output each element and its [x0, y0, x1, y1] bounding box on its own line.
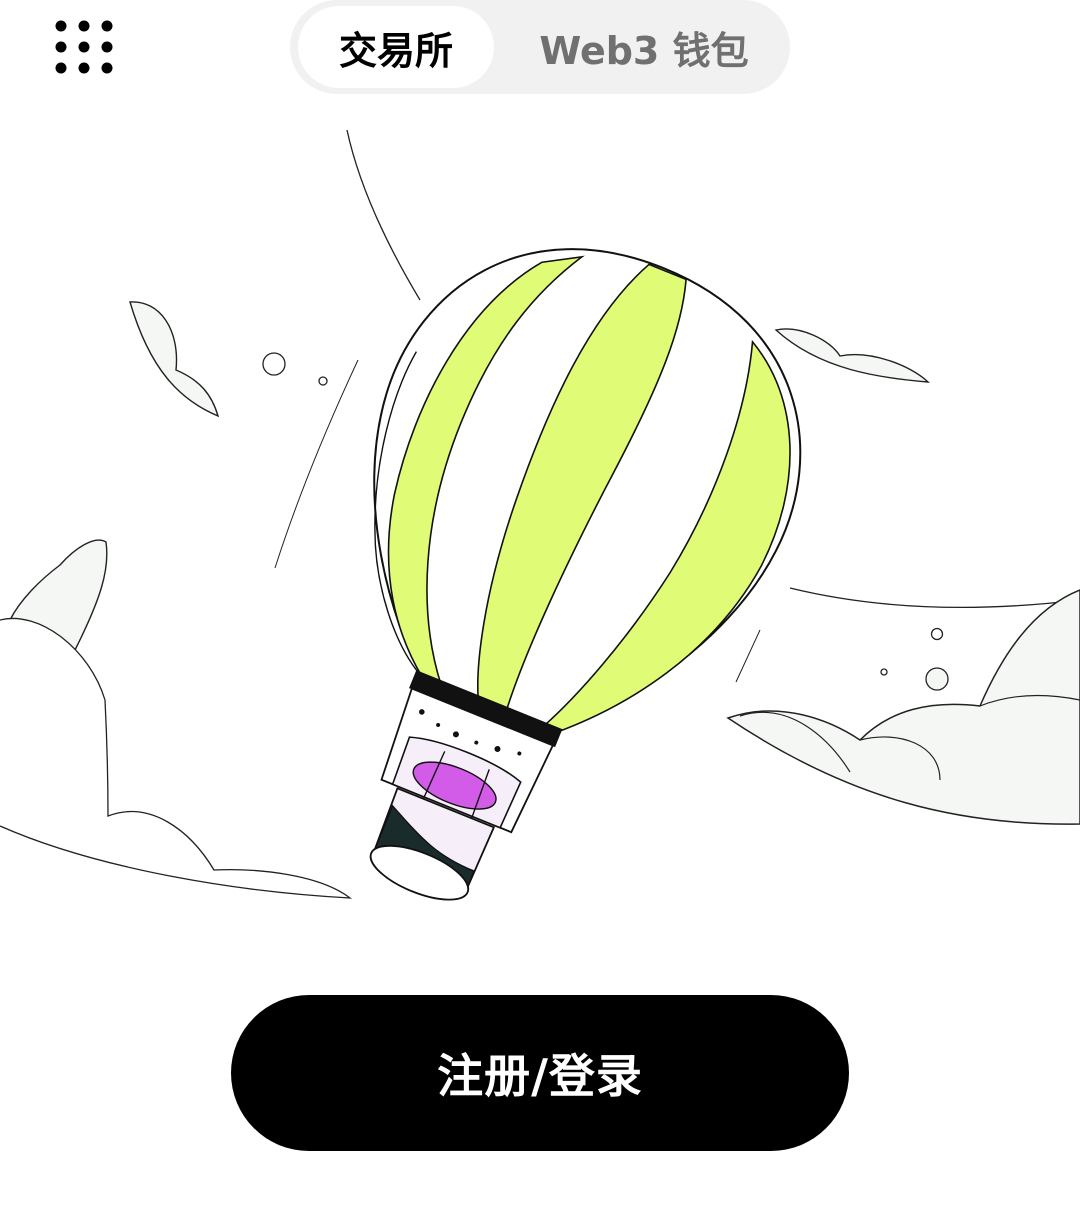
- app-screen: 交易所 Web3 钱包 注册/登录: [0, 0, 1080, 1232]
- hot-air-balloon-illustration: [0, 120, 1080, 920]
- grid-dots-icon[interactable]: [54, 18, 114, 78]
- tab-exchange[interactable]: 交易所: [298, 6, 494, 88]
- mode-switch: 交易所 Web3 钱包: [290, 0, 790, 94]
- tab-web3-wallet[interactable]: Web3 钱包: [506, 6, 782, 88]
- register-login-button[interactable]: 注册/登录: [231, 995, 849, 1151]
